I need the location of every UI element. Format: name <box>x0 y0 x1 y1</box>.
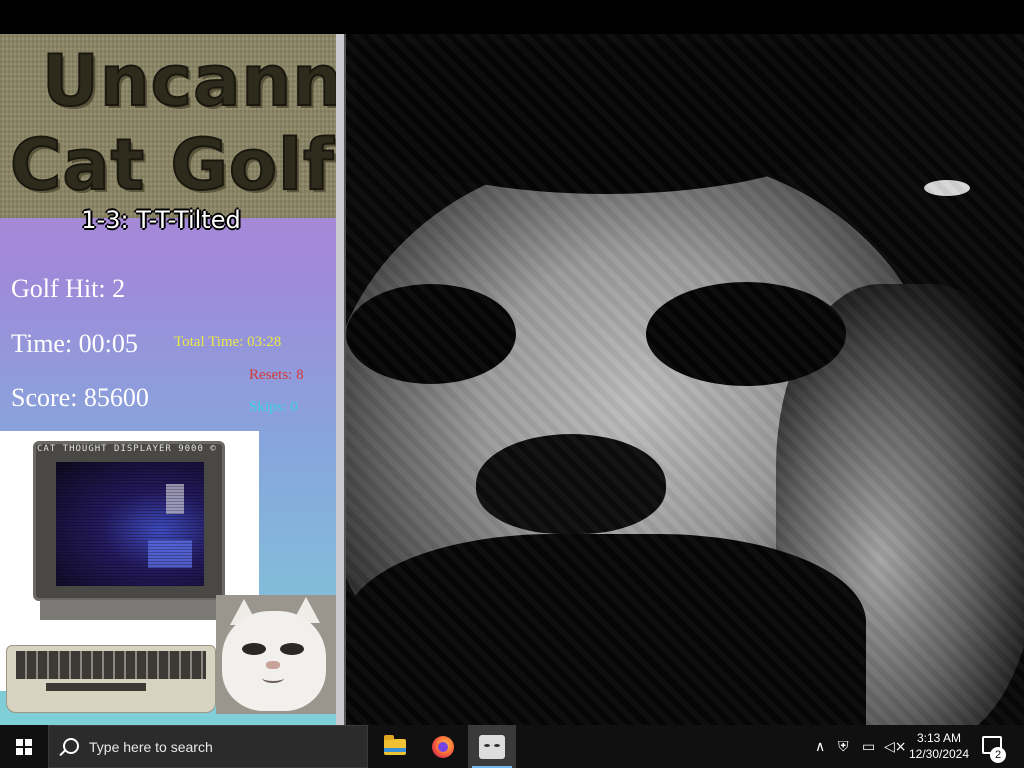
keyboard-keys <box>16 651 206 679</box>
level-title: 1-3: T-T-Tilted <box>81 206 241 234</box>
viewport-noise <box>346 34 1024 725</box>
tray-security[interactable]: ⛨ <box>838 725 849 768</box>
taskbar-uncanny-cat-golf[interactable] <box>468 725 516 768</box>
top-black-bar <box>0 0 1024 34</box>
logo-line-1: Uncanny <box>41 39 336 123</box>
keyboard-spacebar <box>46 683 146 691</box>
crt-label: CAT THOUGHT DISPLAYER 9000 © <box>37 444 217 454</box>
start-button[interactable] <box>0 725 48 768</box>
clock-date: 12/30/2024 <box>908 747 970 761</box>
taskbar-search-box[interactable]: Type here to search <box>48 725 368 768</box>
taskbar-firefox[interactable] <box>419 725 467 768</box>
level-timer: Time: 00:05 <box>11 329 138 358</box>
clock-time: 3:13 AM <box>916 731 962 745</box>
cat-eye-right <box>280 643 304 655</box>
tray-network[interactable]: ▭ <box>862 725 875 768</box>
taskbar-file-explorer[interactable] <box>371 725 419 768</box>
windows-icon <box>16 738 32 755</box>
search-icon <box>63 738 79 754</box>
firefox-icon <box>432 735 454 758</box>
network-icon: ▭ <box>862 738 876 755</box>
taskbar-clock[interactable]: 3:13 AM 12/30/2024 <box>908 730 970 762</box>
uncanny-cat-golf-icon <box>479 734 505 759</box>
logo-line-2: Cat Golf <box>9 123 335 207</box>
security-icon: ⛨ <box>838 738 849 755</box>
score-display: Score: 85600 <box>11 383 149 412</box>
skips-counter: Skips: 0 <box>249 399 298 415</box>
windows-taskbar: Type here to search ∧ ⛨ ▭ ◁× 3:13 AM 12/… <box>0 725 1024 768</box>
resets-counter: Resets: 8 <box>249 367 304 383</box>
crt-scanlines <box>56 462 204 586</box>
tray-volume[interactable]: ◁× <box>884 725 907 768</box>
volume-muted-icon: ◁× <box>884 738 907 755</box>
search-placeholder: Type here to search <box>89 739 213 755</box>
chevron-up-icon: ∧ <box>815 738 826 755</box>
total-time: Total Time: 03:28 <box>174 334 282 350</box>
cat-mouth <box>262 673 284 683</box>
cat-nose <box>266 661 280 669</box>
notification-badge: 2 <box>990 747 1006 763</box>
tray-show-hidden[interactable]: ∧ <box>815 725 825 768</box>
game-viewport[interactable] <box>346 34 1024 725</box>
crt-base <box>40 600 220 620</box>
cat-portrait <box>216 595 336 714</box>
cat-eye-left <box>242 643 266 655</box>
game-logo: Uncanny Cat Golf <box>0 34 336 218</box>
golf-hit-counter: Golf Hit: 2 <box>11 274 126 303</box>
file-explorer-icon <box>384 734 406 755</box>
